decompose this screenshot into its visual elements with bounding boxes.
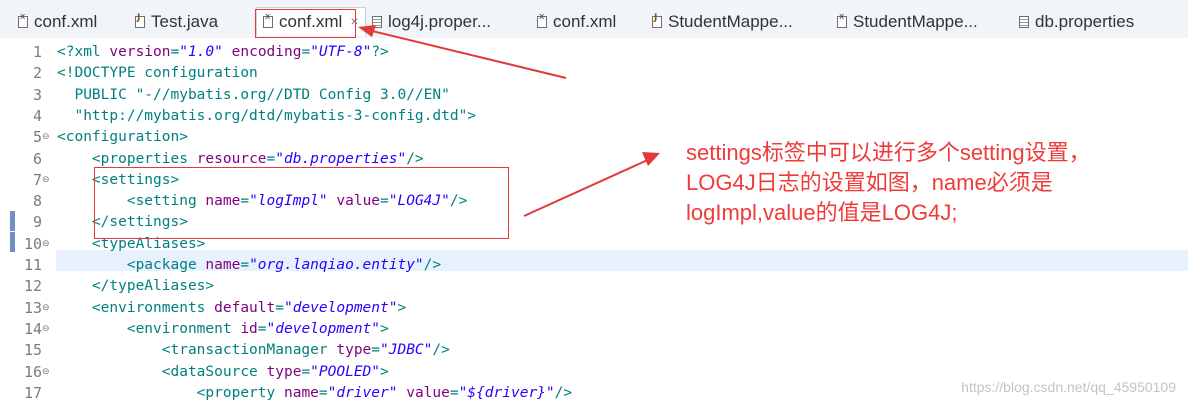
annotation-line-2: LOG4J日志的设置如图，name必须是 <box>686 170 1053 195</box>
annotation-line-3: logImpl,value的值是LOG4J; <box>686 200 958 225</box>
arrow-head-to-annotation <box>642 152 660 166</box>
arrow-line-to-annotation <box>523 157 653 217</box>
annotation-line-1: settings标签中可以进行多个setting设置， <box>686 140 1091 165</box>
annotation-text: settings标签中可以进行多个setting设置， LOG4J日志的设置如图… <box>686 138 1166 228</box>
arrow-head-to-tab <box>358 25 376 37</box>
arrow-line-to-tab <box>367 29 567 79</box>
watermark: https://blog.csdn.net/qq_45950109 <box>961 379 1176 395</box>
